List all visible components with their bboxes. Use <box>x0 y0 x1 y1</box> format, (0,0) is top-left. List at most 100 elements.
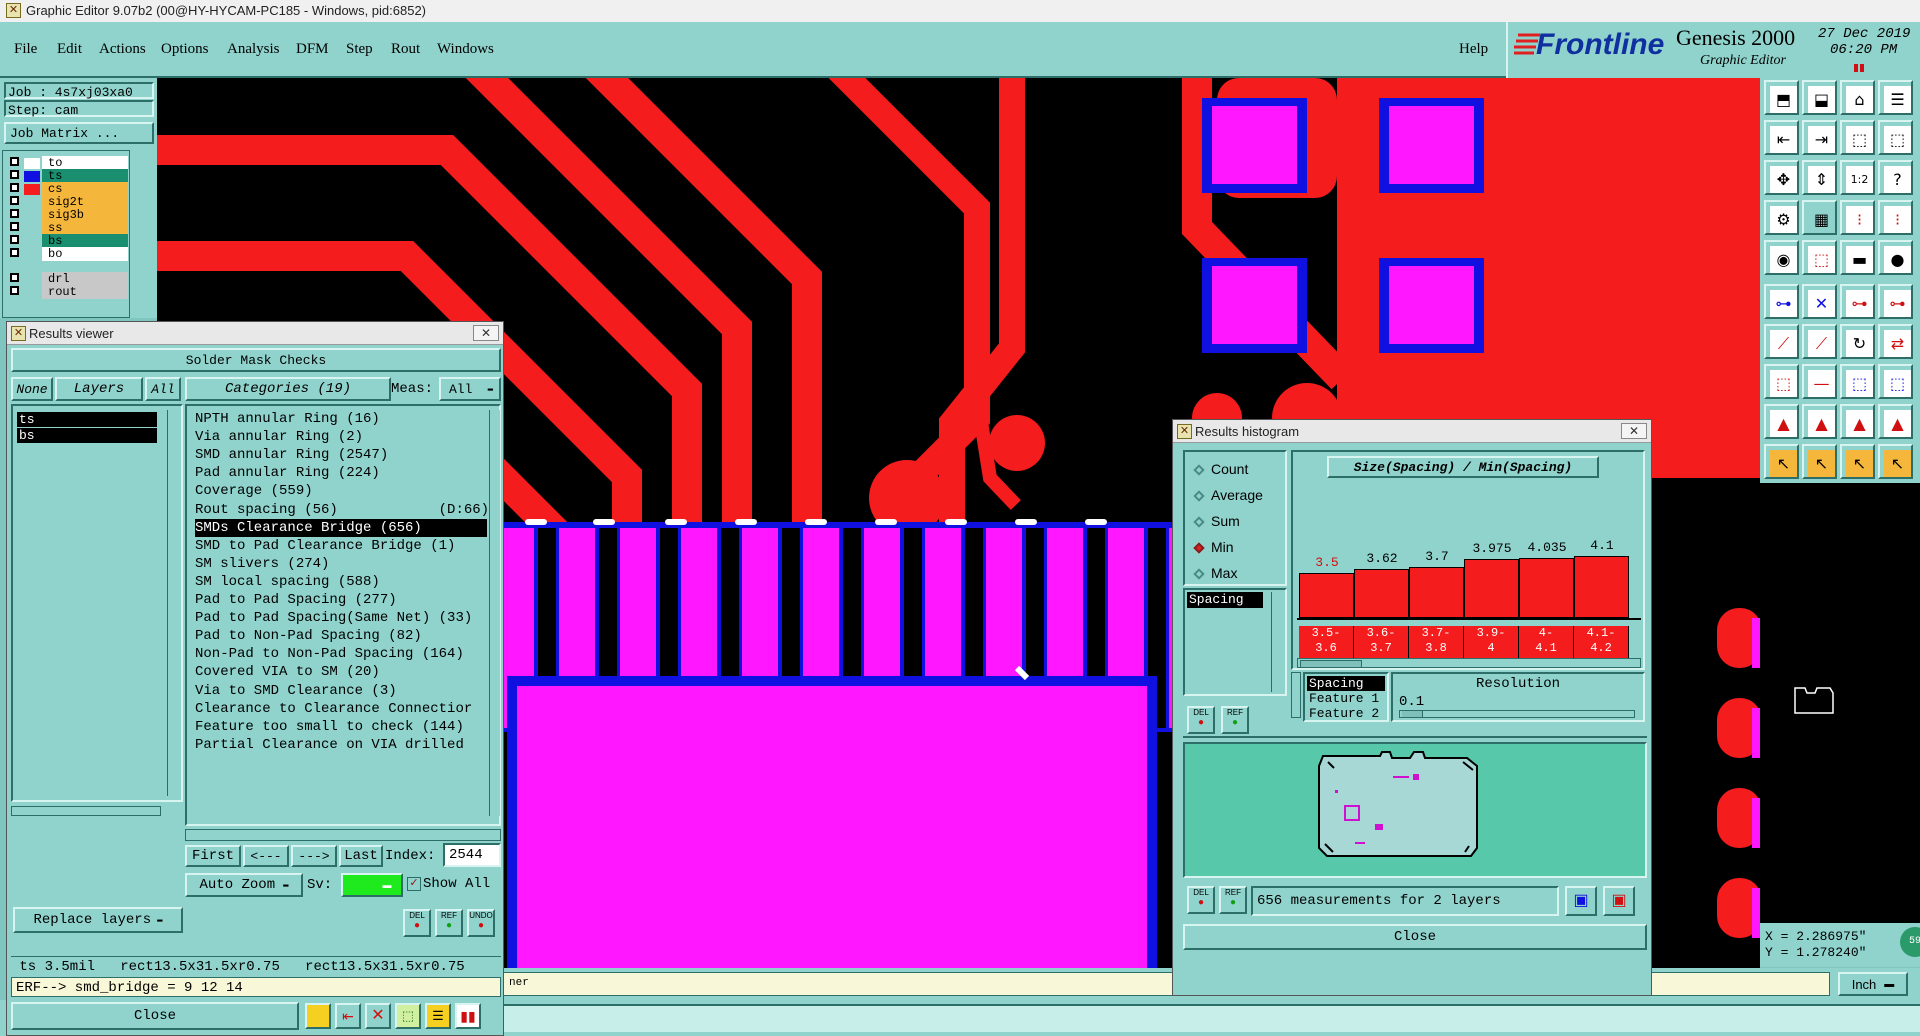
graph-icon[interactable] <box>305 1003 331 1029</box>
layer-row-to[interactable]: to <box>6 156 128 170</box>
undo-icon[interactable]: UNDO ● <box>467 909 495 937</box>
copy-icon[interactable]: ⬚ <box>1840 120 1875 155</box>
layer-name[interactable]: rout <box>42 285 128 299</box>
layer-list-scrollbar[interactable] <box>167 410 180 796</box>
menu-options[interactable]: Options <box>161 41 209 58</box>
radio-count[interactable]: Count <box>1193 458 1248 480</box>
category-item[interactable]: SMD annular Ring (2547) <box>195 446 487 464</box>
category-item[interactable]: Clearance to Clearance Connectior <box>195 700 487 718</box>
dot-icon[interactable]: ● <box>1878 240 1913 275</box>
layer-results-list[interactable]: ts bs <box>11 404 183 802</box>
layer-row-bo[interactable]: bo <box>6 247 128 261</box>
layer-name[interactable]: to <box>42 156 128 170</box>
delete-icon[interactable]: DEL ● <box>1187 886 1215 914</box>
frame-icon[interactable]: ⬚ <box>1764 364 1799 399</box>
bin-range-cell[interactable]: 3.6- 3.7 <box>1354 626 1409 658</box>
arch-alt-icon[interactable]: ▲ <box>1878 404 1913 439</box>
paste-icon[interactable]: ⬚ <box>1878 120 1913 155</box>
triangle-alt-icon[interactable]: ▲ <box>1802 404 1837 439</box>
layer-name[interactable]: ts <box>42 169 128 183</box>
layers-all-button[interactable]: All <box>145 377 181 401</box>
category-item[interactable]: SMD to Pad Clearance Bridge (1) <box>195 537 487 555</box>
categories-scrollbar[interactable] <box>489 410 500 816</box>
category-item[interactable]: Rout spacing (56) (D:66) <box>195 501 489 519</box>
cross-icon[interactable]: ✕ <box>1802 284 1837 319</box>
histogram-titlebar[interactable]: ✕ Results histogram ✕ <box>1173 420 1651 443</box>
histogram-bar[interactable] <box>1409 567 1464 618</box>
layer-name[interactable]: ss <box>42 221 128 235</box>
layer-color-swatch[interactable] <box>24 236 40 247</box>
category-item[interactable]: NPTH annular Ring (16) <box>195 410 487 428</box>
radio-average[interactable]: Average <box>1193 484 1263 506</box>
link-alt-icon[interactable]: ⊶ <box>1878 284 1913 319</box>
grid-icon[interactable]: ▦ <box>1802 200 1837 235</box>
histogram-bar[interactable] <box>1574 556 1629 618</box>
sv-color-select[interactable]: ▬ <box>341 873 403 897</box>
bin-range-cell[interactable]: 4- 4.1 <box>1519 626 1574 658</box>
menu-dfm[interactable]: DFM <box>296 41 329 58</box>
undo-icon[interactable]: ↻ <box>1840 324 1875 359</box>
triangle-icon[interactable]: ▲ <box>1764 404 1799 439</box>
category-item[interactable]: Pad to Pad Spacing (277) <box>195 591 487 609</box>
first-button[interactable]: First <box>185 845 241 867</box>
remove-icon[interactable]: ⇤ <box>335 1003 361 1029</box>
category-item[interactable]: Covered VIA to SM (20) <box>195 663 487 681</box>
snapshot-icon[interactable]: ◉ <box>1764 240 1799 275</box>
categories-list[interactable]: NPTH annular Ring (16) Via annular Ring (… <box>185 404 501 826</box>
category-item[interactable]: Pad to Non-Pad Spacing (82) <box>195 627 487 645</box>
last-button[interactable]: Last <box>339 845 383 867</box>
layer-checkbox[interactable] <box>10 183 19 192</box>
show-all-checkbox[interactable]: ✓ <box>407 877 421 891</box>
select-alt-icon[interactable]: ↖ <box>1878 444 1913 479</box>
layer-row-sig3b[interactable]: sig3b <box>6 208 128 222</box>
radio-sum[interactable]: Sum <box>1193 510 1240 532</box>
replace-layers-select[interactable]: Replace layers ▬ <box>13 907 183 933</box>
index-field[interactable]: 2544 <box>443 843 501 867</box>
stretch-icon[interactable]: ⇕ <box>1802 160 1837 195</box>
pointer-icon[interactable]: ↖ <box>1764 444 1799 479</box>
chart-hscrollbar[interactable] <box>1297 658 1641 668</box>
link-icon[interactable]: ⊶ <box>1840 284 1875 319</box>
meas-select[interactable]: All ▬ <box>439 377 501 401</box>
align-left-icon[interactable]: ⇤ <box>1764 120 1799 155</box>
radio-min[interactable]: Min <box>1193 536 1234 558</box>
layer-name[interactable]: cs <box>42 182 128 196</box>
axis-selector-list[interactable]: Spacing Feature 1 Feature 2 <box>1303 672 1389 722</box>
home-icon[interactable]: ⌂ <box>1840 80 1875 115</box>
layer-checkbox[interactable] <box>10 248 19 257</box>
layer-color-swatch[interactable] <box>24 171 40 182</box>
menu-analysis[interactable]: Analysis <box>227 41 280 58</box>
category-item[interactable]: Partial Clearance on VIA drilled <box>195 736 487 754</box>
close-icon[interactable]: ✕ <box>473 325 499 341</box>
layer-name[interactable]: sig3b <box>42 208 128 222</box>
layer-name[interactable]: bs <box>42 234 128 248</box>
ruler-icon[interactable]: ▬ <box>1840 240 1875 275</box>
swap-icon[interactable]: ⇄ <box>1878 324 1913 359</box>
layer-color-swatch[interactable] <box>24 210 40 221</box>
layer-color-swatch[interactable] <box>24 158 40 169</box>
delete-icon[interactable]: DEL ● <box>1187 706 1215 734</box>
layer-color-swatch[interactable] <box>24 249 40 260</box>
selector-item[interactable]: Spacing <box>1307 676 1385 691</box>
category-item[interactable]: Via to SMD Clearance (3) <box>195 682 487 700</box>
reference-icon[interactable]: REF ● <box>1221 706 1249 734</box>
measure-list[interactable]: Spacing <box>1183 588 1287 696</box>
net-icon[interactable]: ⬚ <box>1878 364 1913 399</box>
layer-color-swatch[interactable] <box>24 223 40 234</box>
layer-row-rout[interactable]: rout <box>6 285 128 299</box>
histogram-icon[interactable]: ▮▮ <box>455 1003 481 1029</box>
layer-checkbox[interactable] <box>10 196 19 205</box>
connect-icon[interactable]: ⊶ <box>1764 284 1799 319</box>
menu-step[interactable]: Step <box>346 41 373 58</box>
layer-row-drl[interactable]: drl <box>6 272 128 286</box>
layer-color-swatch[interactable] <box>24 184 40 195</box>
category-item[interactable]: SM local spacing (588) <box>195 573 487 591</box>
layers-header-button[interactable]: Layers <box>55 377 143 401</box>
report-icon[interactable]: ☰ <box>425 1003 451 1029</box>
resolution-slider[interactable] <box>1399 710 1635 718</box>
histogram-bar[interactable] <box>1519 557 1574 618</box>
layer-checkbox[interactable] <box>10 273 19 282</box>
fit-preview-icon[interactable]: ▣ <box>1603 886 1635 916</box>
layer-result-item[interactable]: bs <box>17 428 157 443</box>
category-item[interactable]: Pad annular Ring (224) <box>195 464 487 482</box>
